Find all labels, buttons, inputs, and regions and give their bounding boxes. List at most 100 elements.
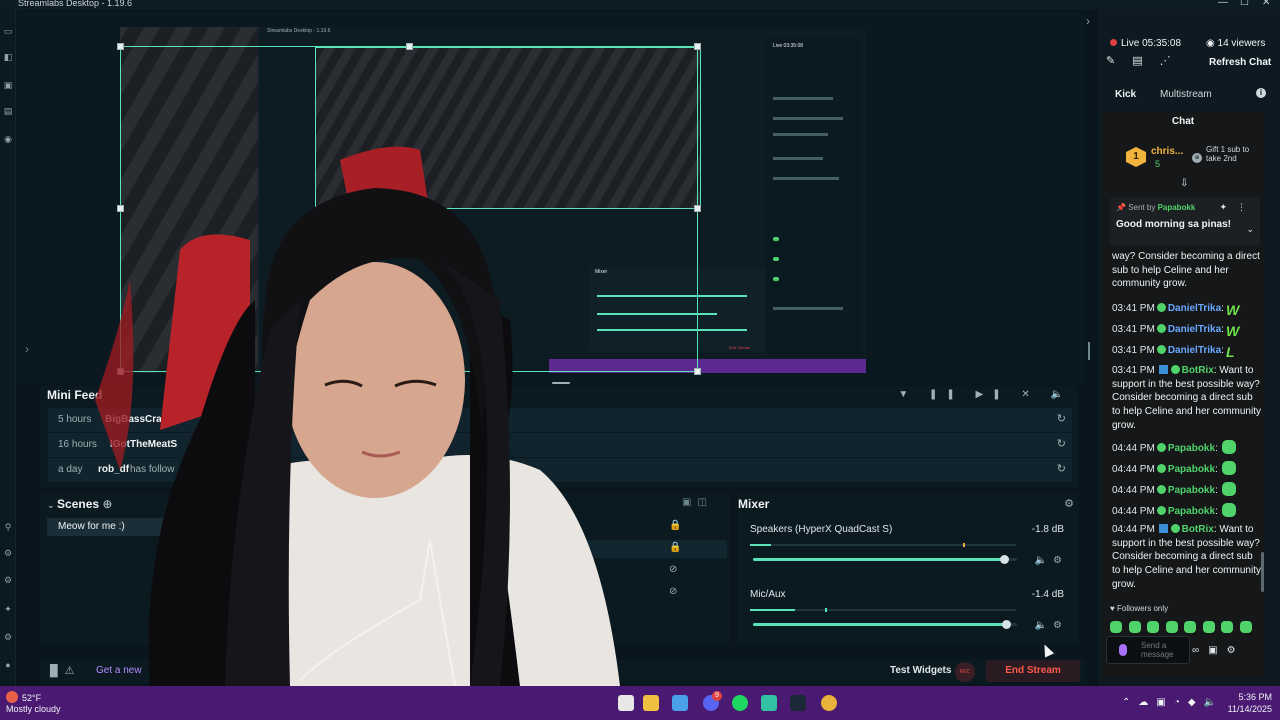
chat-input-tools[interactable]: ∞▣⚙ bbox=[1192, 645, 1245, 656]
settings-icon[interactable]: ⚙ bbox=[2, 632, 14, 642]
pinned-message[interactable]: 📌 Sent by Papabokk ✦⋮ Good morning sa pi… bbox=[1110, 197, 1260, 245]
get-more-link[interactable]: Get a new bbox=[96, 665, 142, 676]
message-user[interactable]: BotRix bbox=[1182, 365, 1214, 376]
replay-icon[interactable]: ↻ bbox=[1057, 412, 1066, 425]
emote-icon[interactable] bbox=[1202, 621, 1215, 633]
studio-mode-icon[interactable]: ⚲ bbox=[2, 522, 14, 532]
chat-scrollbar[interactable] bbox=[1261, 552, 1264, 592]
record-button[interactable]: REC bbox=[955, 662, 975, 682]
emote-icon[interactable] bbox=[1165, 621, 1178, 633]
gear-icon[interactable]: ⚙ bbox=[1064, 497, 1074, 510]
resize-handle-l[interactable] bbox=[117, 205, 124, 212]
chevron-down-icon[interactable]: ⌄ bbox=[1246, 224, 1254, 235]
apps-icon[interactable]: ▤ bbox=[2, 106, 14, 116]
pinned-actions[interactable]: ✦⋮ bbox=[1219, 202, 1256, 213]
editor-icon[interactable]: ▭ bbox=[2, 26, 14, 36]
source-row[interactable]: ⊘ bbox=[585, 562, 727, 580]
profile-icon[interactable]: ● bbox=[2, 660, 14, 670]
emote-icon[interactable] bbox=[1147, 621, 1159, 633]
message-user[interactable]: Papabokk bbox=[1168, 485, 1215, 496]
end-stream-button[interactable]: End Stream bbox=[986, 660, 1080, 682]
close-button[interactable]: ✕ bbox=[1262, 0, 1270, 8]
followers-only-text: Followers only bbox=[1116, 604, 1169, 613]
emote-icon[interactable] bbox=[1128, 621, 1141, 633]
channel-controls[interactable]: 🔈⚙ bbox=[1035, 555, 1068, 566]
chevron-down-icon[interactable]: ⌄ bbox=[47, 500, 57, 510]
folder-icon[interactable] bbox=[643, 695, 659, 711]
slider-knob[interactable] bbox=[1002, 620, 1011, 629]
add-scene-icon[interactable]: ⊕ bbox=[102, 497, 112, 511]
replay-icon[interactable]: ↻ bbox=[1057, 437, 1066, 450]
resize-handle-tr[interactable] bbox=[694, 43, 701, 50]
resize-handle-br[interactable] bbox=[694, 368, 701, 375]
tab-multistream[interactable]: Multistream bbox=[1160, 89, 1212, 100]
volume-slider[interactable] bbox=[753, 620, 1017, 629]
mini-feed-controls[interactable]: ▼ ❚❚ ▶❚ ✕ 🔈 bbox=[898, 389, 1072, 400]
hidden-eye-icon[interactable]: ⊘ bbox=[669, 564, 677, 575]
edit-icon[interactable]: ✎ bbox=[1106, 55, 1132, 67]
dashboard-icon[interactable]: ⚙ bbox=[2, 575, 14, 585]
source-row[interactable]: 🔒 bbox=[585, 540, 727, 558]
system-tray[interactable]: ⌃☁▣◔◆🔈 bbox=[1122, 697, 1224, 708]
resize-handle-tl[interactable] bbox=[117, 43, 124, 50]
message-user[interactable]: Papabokk bbox=[1168, 464, 1215, 475]
steam-icon[interactable] bbox=[790, 695, 806, 711]
source-selection-box[interactable] bbox=[120, 46, 698, 372]
source-tools[interactable]: ▣◫ bbox=[682, 497, 713, 508]
hidden-eye-icon[interactable]: ⊘ bbox=[669, 586, 677, 597]
resize-handle-bl[interactable] bbox=[117, 368, 124, 375]
weather-widget[interactable]: 52°F Mostly cloudy bbox=[6, 691, 61, 715]
lock-icon[interactable]: 🔒 bbox=[669, 520, 681, 531]
message-user[interactable]: DanielTrika bbox=[1168, 324, 1221, 335]
volume-slider[interactable] bbox=[753, 555, 1017, 564]
replay-icon[interactable]: ↻ bbox=[1057, 462, 1066, 475]
volume-meter bbox=[750, 608, 1016, 612]
resize-handle-r[interactable] bbox=[694, 205, 701, 212]
emote-bar[interactable] bbox=[1110, 620, 1266, 634]
color-app-icon[interactable] bbox=[672, 695, 688, 711]
file-icon[interactable] bbox=[618, 695, 634, 711]
message-user[interactable]: DanielTrika bbox=[1168, 303, 1221, 314]
lock-icon[interactable]: 🔒 bbox=[669, 542, 681, 553]
store-icon[interactable]: ▣ bbox=[2, 80, 14, 90]
emote-icon[interactable] bbox=[1110, 621, 1122, 633]
slider-knob[interactable] bbox=[1000, 555, 1009, 564]
message-user[interactable]: Papabokk bbox=[1168, 443, 1215, 454]
panel-resize-handle[interactable] bbox=[552, 382, 570, 384]
chevron-right-icon[interactable]: › bbox=[25, 342, 29, 356]
system-clock[interactable]: 5:36 PM 11/14/2025 bbox=[1226, 691, 1272, 715]
chat-tools[interactable]: ✎▤⋰ bbox=[1106, 54, 1188, 67]
chrome-icon[interactable] bbox=[821, 695, 837, 711]
popout-icon[interactable]: ▤ bbox=[1132, 55, 1159, 67]
stats-icon[interactable]: ▐▌ ⚠ bbox=[46, 664, 75, 677]
emote-icon[interactable] bbox=[1221, 621, 1233, 633]
minimize-button[interactable]: — bbox=[1218, 0, 1228, 8]
message-user[interactable]: BotRix bbox=[1182, 524, 1214, 535]
info-icon[interactable]: i bbox=[1256, 88, 1266, 98]
gift-cta[interactable]: Gift 1 sub to take 2nd bbox=[1206, 145, 1254, 163]
message-user[interactable]: DanielTrika bbox=[1168, 345, 1221, 356]
share-icon[interactable]: ⋰ bbox=[1160, 55, 1188, 67]
gifter-name[interactable]: chris... bbox=[1151, 146, 1183, 157]
tab-kick[interactable]: Kick bbox=[1115, 89, 1136, 100]
maximize-button[interactable]: ☐ bbox=[1240, 0, 1249, 8]
source-row[interactable]: 🔒 bbox=[585, 518, 727, 536]
layout-icon[interactable]: ⚙ bbox=[2, 548, 14, 558]
message-user[interactable]: Papabokk bbox=[1168, 506, 1215, 517]
spotify-icon[interactable] bbox=[732, 695, 748, 711]
collapse-chat-icon[interactable]: › bbox=[1086, 14, 1090, 28]
scene-item[interactable]: Meow for me :) bbox=[47, 518, 347, 536]
cloudbot-icon[interactable]: ✦ bbox=[2, 604, 14, 614]
refresh-chat-button[interactable]: Refresh Chat bbox=[1209, 57, 1271, 68]
mic-icon[interactable] bbox=[1119, 644, 1127, 656]
channel-controls[interactable]: 🔈⚙ bbox=[1035, 620, 1068, 631]
streamlabs-icon[interactable] bbox=[761, 695, 777, 711]
resize-handle-t[interactable] bbox=[406, 43, 413, 50]
highlighter-icon[interactable]: ◉ bbox=[2, 134, 14, 144]
emote-icon[interactable] bbox=[1184, 621, 1196, 633]
emote-icon[interactable] bbox=[1239, 621, 1252, 633]
source-row[interactable]: ⊘ bbox=[585, 584, 727, 602]
test-widgets-button[interactable]: Test Widgets bbox=[890, 665, 951, 676]
themes-icon[interactable]: ◧ bbox=[2, 52, 14, 62]
editor-scrollbar[interactable] bbox=[1088, 342, 1090, 360]
